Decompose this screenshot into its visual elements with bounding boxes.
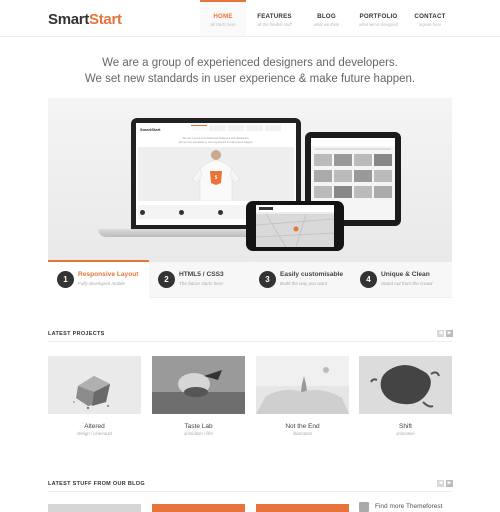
nav-blog-label: BLOG [317, 13, 336, 20]
nav-blog-sub: what we think [313, 22, 340, 27]
project-category: animation / film [184, 431, 213, 436]
prev-arrow-icon[interactable]: ◀ [437, 480, 444, 487]
project-thumb-shift[interactable] [359, 356, 452, 414]
nav-portfolio[interactable]: PORTFOLIO what we've designed [350, 0, 407, 36]
hero-slider[interactable]: SmartStart We are a group of experienced… [48, 98, 452, 262]
project-thumb-taste-lab[interactable] [152, 356, 245, 414]
project-category: design / cinema4d [77, 431, 112, 436]
next-arrow-icon[interactable]: ▶ [446, 330, 453, 337]
screen-tagline: We are a group of experienced designers … [136, 137, 296, 144]
features-bar: 1 Responsive Layout Fully developed mobi… [48, 260, 452, 298]
nav-features-label: FEATURES [257, 13, 292, 20]
feature-subtitle: The future starts here [179, 281, 223, 286]
themeforest-icon [359, 502, 369, 512]
projects-divider [48, 341, 452, 342]
project-category: animation [396, 431, 415, 436]
project-thumb-not-the-end[interactable] [256, 356, 349, 414]
nav-contact-label: CONTACT [414, 13, 446, 20]
blog-heading: LATEST STUFF FROM OUR BLOG [48, 481, 145, 487]
blog-side-link[interactable]: Find more Themeforest [375, 503, 442, 510]
logo-text-start: Start [89, 11, 122, 28]
feature-subtitle: Fully developed mobile [78, 281, 125, 286]
blog-thumb[interactable] [152, 504, 245, 512]
feature-title: Unique & Clean [381, 271, 430, 278]
nav-portfolio-sub: what we've designed [359, 22, 398, 27]
svg-text:5: 5 [215, 175, 218, 180]
nav-portfolio-label: PORTFOLIO [359, 13, 398, 20]
logo-text-smart: Smart [48, 11, 90, 28]
nav-contact[interactable]: CONTACT inquire here [407, 0, 453, 36]
feature-responsive[interactable]: 1 Responsive Layout Fully developed mobi… [48, 260, 149, 298]
site-logo[interactable]: SmartStart [48, 11, 122, 28]
feature-title: Responsive Layout [78, 271, 139, 278]
tagline: We are a group of experienced designers … [0, 55, 500, 87]
prev-arrow-icon[interactable]: ◀ [437, 330, 444, 337]
nav-home-sub: all starts here [210, 22, 236, 27]
nav-home-label: HOME [213, 13, 233, 20]
blog-thumb[interactable] [48, 504, 141, 512]
screen-nav [191, 125, 282, 131]
feature-number-badge: 3 [259, 271, 276, 288]
phone-image [246, 201, 344, 251]
screen-banner: 5 [138, 147, 294, 202]
header-divider [0, 36, 500, 37]
projects-heading: LATEST PROJECTS [48, 331, 105, 337]
project-title[interactable]: Taste Lab [152, 423, 245, 430]
nav-features[interactable]: FEATURES all the flexible stuff [246, 0, 303, 36]
project-title[interactable]: Altered [48, 423, 141, 430]
tagline-line-1: We are a group of experienced designers … [102, 57, 398, 69]
project-thumb-altered[interactable] [48, 356, 141, 414]
tagline-line-2: We set new standards in user experience … [84, 73, 416, 85]
blog-thumb[interactable] [256, 504, 349, 512]
feature-unique[interactable]: 4 Unique & Clean Stand out from the crow… [351, 262, 452, 298]
projects-pager: ◀ ▶ [437, 330, 453, 337]
feature-number-badge: 4 [360, 271, 377, 288]
project-category: illustration [292, 431, 313, 436]
feature-number-badge: 2 [158, 271, 175, 288]
feature-html5[interactable]: 2 HTML5 / CSS3 The future starts here [149, 262, 250, 298]
blog-pager: ◀ ▶ [437, 480, 453, 487]
next-arrow-icon[interactable]: ▶ [446, 480, 453, 487]
feature-subtitle: Build the way you want [280, 281, 327, 286]
screen-logo: SmartStart [140, 127, 161, 132]
project-title[interactable]: Not the End [256, 423, 349, 430]
nav-blog[interactable]: BLOG what we think [303, 0, 350, 36]
screen-tagline-2: We set new standards in user experience … [178, 140, 254, 144]
blog-divider [48, 491, 452, 492]
feature-title: Easily customisable [280, 271, 344, 278]
feature-customisable[interactable]: 3 Easily customisable Build the way you … [250, 262, 351, 298]
feature-title: HTML5 / CSS3 [179, 271, 224, 278]
project-title[interactable]: Shift [359, 423, 452, 430]
nav-home[interactable]: HOME all starts here [200, 0, 246, 36]
feature-subtitle: Stand out from the crowd [381, 281, 433, 286]
nav-features-sub: all the flexible stuff [257, 22, 292, 27]
nav-contact-sub: inquire here [418, 22, 442, 27]
feature-number-badge: 1 [57, 271, 74, 288]
